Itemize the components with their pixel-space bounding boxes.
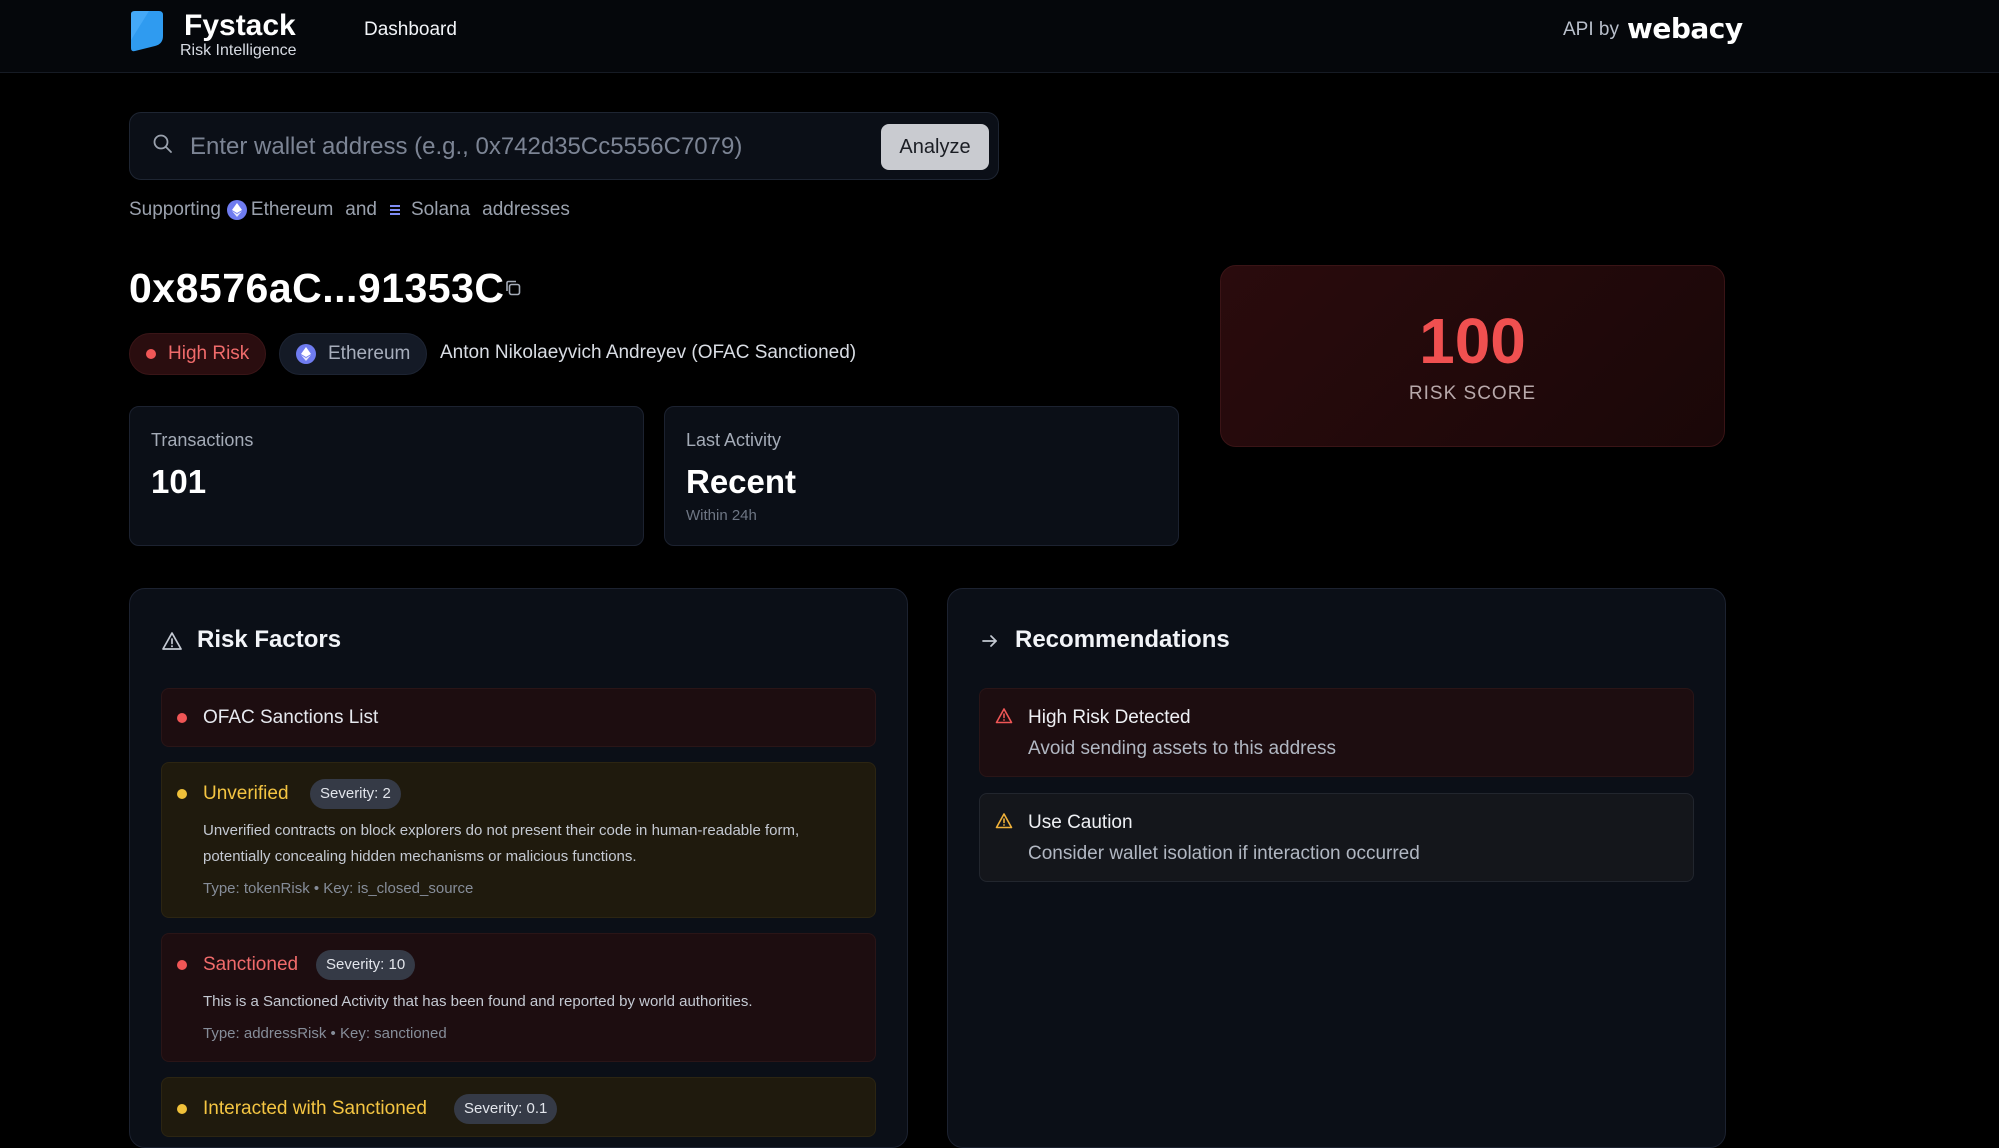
recommendation-description: Avoid sending assets to this address <box>1028 738 1337 759</box>
risk-dot-icon <box>146 349 156 359</box>
risk-factors-panel: Risk Factors OFAC Sanctions List Unverif… <box>129 588 908 1148</box>
risk-factor-description: This is a Sanctioned Activity that has b… <box>203 993 753 1010</box>
warning-dot-icon <box>177 1104 187 1114</box>
severity-badge: Severity: 10 <box>316 950 416 980</box>
ethereum-icon <box>296 344 316 364</box>
last-activity-label: Last Activity <box>686 430 782 450</box>
entity-label: Anton Nikolaeyvich Andreyev (OFAC Sancti… <box>440 342 857 363</box>
solana-icon <box>389 205 400 215</box>
risk-factor-item[interactable]: OFAC Sanctions List <box>161 688 876 747</box>
warning-triangle-icon <box>162 632 182 650</box>
supported-chains-note: Supporting Ethereum and Solana addresses <box>129 198 576 222</box>
nav-dashboard-link[interactable]: Dashboard <box>364 18 457 42</box>
risk-factors-title: Risk Factors <box>197 626 342 653</box>
copy-icon[interactable] <box>504 279 522 297</box>
support-prefix: Supporting <box>129 199 221 220</box>
support-chain-ethereum: Ethereum <box>250 199 334 220</box>
wallet-address-title: 0x8576aC...91353C <box>129 265 505 311</box>
risk-factor-item[interactable]: Sanctioned Severity: 10 This is a Sancti… <box>161 933 876 1062</box>
severity-badge: Severity: 2 <box>310 779 401 809</box>
ethereum-icon <box>226 200 247 220</box>
risk-factor-title: Interacted with Sanctioned <box>203 1098 427 1119</box>
severity-badge: Severity: 0.1 <box>454 1094 558 1124</box>
analyze-button[interactable]: Analyze <box>881 124 989 170</box>
caution-triangle-icon <box>995 813 1013 829</box>
brand-subtitle: Risk Intelligence <box>180 42 297 59</box>
risk-factor-title: Sanctioned <box>203 954 299 975</box>
risk-dot-icon <box>177 960 187 970</box>
risk-score-label: RISK SCORE <box>1408 383 1537 404</box>
support-chain-solana: Solana <box>410 199 471 220</box>
risk-factor-meta: Type: tokenRisk • Key: is_closed_source <box>203 880 474 897</box>
risk-score-card: 100 RISK SCORE <box>1220 265 1725 447</box>
recommendation-title: Use Caution <box>1028 812 1133 833</box>
risk-level-label: High Risk <box>168 343 250 364</box>
risk-score-value: 100 <box>1419 305 1526 377</box>
support-suffix: addresses <box>482 199 570 220</box>
recommendation-item[interactable]: High Risk Detected Avoid sending assets … <box>979 688 1694 777</box>
search-icon <box>153 134 172 153</box>
last-activity-card: Last Activity Recent Within 24h <box>664 406 1179 546</box>
support-conjunction: and <box>345 199 377 220</box>
risk-factor-title: OFAC Sanctions List <box>203 707 379 728</box>
recommendation-title: High Risk Detected <box>1028 707 1191 728</box>
risk-factor-item[interactable]: Interacted with Sanctioned Severity: 0.1 <box>161 1077 876 1137</box>
last-activity-sub: Within 24h <box>686 507 757 524</box>
recommendation-description: Consider wallet isolation if interaction… <box>1028 843 1420 864</box>
risk-factor-description: Unverified contracts on block explorers … <box>203 822 800 865</box>
alert-triangle-icon <box>995 708 1013 724</box>
transactions-label: Transactions <box>151 430 254 450</box>
webacy-logo[interactable]: webacy <box>1627 12 1743 46</box>
risk-factor-title: Unverified <box>203 783 289 804</box>
arrow-right-icon <box>982 635 997 647</box>
risk-factor-meta: Type: addressRisk • Key: sanctioned <box>203 1025 447 1042</box>
warning-dot-icon <box>177 789 187 799</box>
transactions-value: 101 <box>151 463 207 500</box>
api-by-label: API by <box>1563 19 1619 40</box>
fystack-logo-icon[interactable] <box>129 10 165 52</box>
recommendations-title: Recommendations <box>1015 626 1230 653</box>
recommendation-item[interactable]: Use Caution Consider wallet isolation if… <box>979 793 1694 882</box>
risk-dot-icon <box>177 713 187 723</box>
recommendations-panel: Recommendations High Risk Detected Avoid… <box>947 588 1726 1148</box>
brand-name[interactable]: Fystack <box>184 9 296 43</box>
risk-factor-item[interactable]: Unverified Severity: 2 Unverified contra… <box>161 762 876 918</box>
top-header: Fystack Risk Intelligence Dashboard API … <box>0 0 1999 73</box>
chain-badge: Ethereum <box>279 333 428 375</box>
wallet-search-box: Analyze <box>129 112 999 180</box>
wallet-address-input[interactable] <box>188 123 992 171</box>
risk-level-badge: High Risk <box>129 333 267 375</box>
chain-badge-label: Ethereum <box>328 343 411 364</box>
transactions-card: Transactions 101 <box>129 406 644 546</box>
last-activity-value: Recent <box>686 463 797 500</box>
